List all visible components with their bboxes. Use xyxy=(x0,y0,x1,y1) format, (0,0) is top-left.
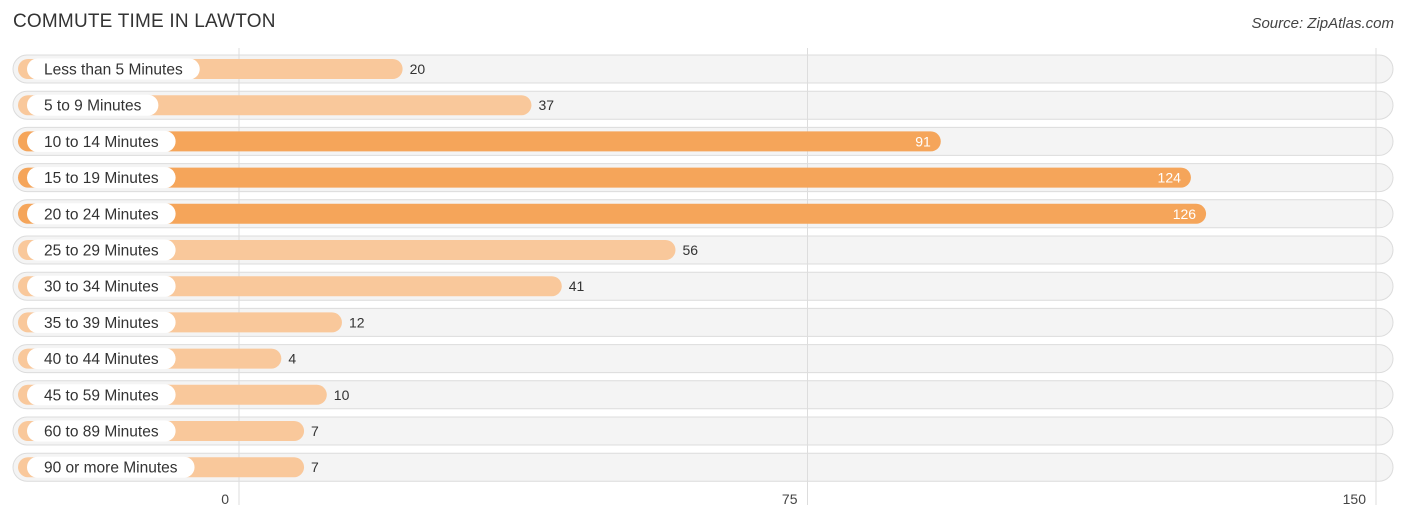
category-label: 25 to 29 Minutes xyxy=(44,243,159,260)
category-label: 20 to 24 Minutes xyxy=(44,206,159,223)
category-label: 30 to 34 Minutes xyxy=(44,279,159,296)
value-label: 12 xyxy=(349,314,365,330)
value-label: 91 xyxy=(915,133,931,149)
category-label: Less than 5 Minutes xyxy=(44,62,183,79)
bar-row: 90 or more Minutes 7 xyxy=(18,456,319,478)
value-label: 126 xyxy=(1173,206,1197,222)
category-label: 5 to 9 Minutes xyxy=(44,98,142,115)
bar-row: 45 to 59 Minutes 10 xyxy=(18,384,350,406)
bar-row: Less than 5 Minutes 20 xyxy=(18,58,426,80)
category-label: 15 to 19 Minutes xyxy=(44,170,159,187)
x-tick-label: 0 xyxy=(221,491,229,507)
value-label: 7 xyxy=(311,423,319,439)
bar-row: 40 to 44 Minutes 4 xyxy=(18,348,296,370)
value-label: 124 xyxy=(1158,170,1182,186)
bar xyxy=(18,167,1191,188)
value-label: 37 xyxy=(538,97,554,113)
value-label: 41 xyxy=(569,278,585,294)
category-label: 10 to 14 Minutes xyxy=(44,134,159,151)
category-label: 90 or more Minutes xyxy=(44,460,178,477)
category-label: 60 to 89 Minutes xyxy=(44,424,159,441)
category-label: 35 to 39 Minutes xyxy=(44,315,159,332)
value-label: 10 xyxy=(334,387,350,403)
bar-row: 60 to 89 Minutes 7 xyxy=(18,420,319,442)
bar-row: 15 to 19 Minutes 124 xyxy=(18,167,1191,189)
x-tick-label: 150 xyxy=(1343,491,1367,507)
bar-row: 5 to 9 Minutes 37 xyxy=(18,94,554,116)
bar-row: 10 to 14 Minutes 91 xyxy=(18,130,941,152)
bar-row: 30 to 34 Minutes 41 xyxy=(18,275,585,297)
bar-row: 35 to 39 Minutes 12 xyxy=(18,311,365,333)
x-tick-label: 75 xyxy=(782,491,798,507)
bar xyxy=(18,203,1207,224)
category-label: 45 to 59 Minutes xyxy=(44,387,159,404)
bar-row: 20 to 24 Minutes 126 xyxy=(18,203,1207,225)
value-label: 7 xyxy=(311,459,319,475)
bar-chart: Less than 5 Minutes 20 5 to 9 Minutes 37 10 … xyxy=(12,48,1394,507)
value-label: 20 xyxy=(410,61,426,77)
bar-row: 25 to 29 Minutes 56 xyxy=(18,239,698,261)
value-label: 56 xyxy=(682,242,698,258)
category-label: 40 to 44 Minutes xyxy=(44,351,159,368)
value-label: 4 xyxy=(288,351,296,367)
